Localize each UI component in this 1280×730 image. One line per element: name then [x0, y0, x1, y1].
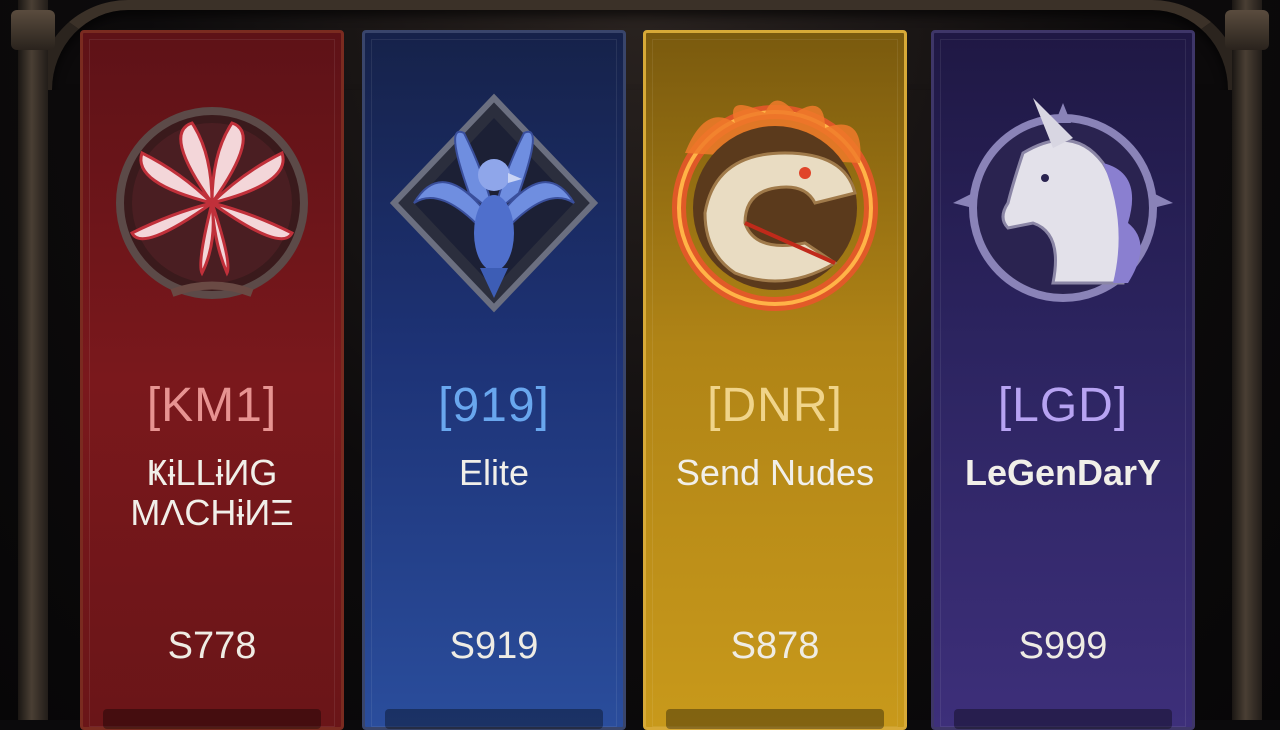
guild-name: ҜɨLLɨИG MΛCHɨИΞ — [130, 452, 294, 533]
server-label: S878 — [730, 625, 820, 667]
guild-name: LeGenDarY — [964, 452, 1162, 493]
left-pillar — [18, 0, 48, 720]
guild-tag: [KM1] — [146, 379, 278, 432]
left-pillar-cap — [11, 10, 55, 50]
right-pillar — [1232, 0, 1262, 720]
card-bottom-bar — [666, 709, 884, 729]
server-label: S999 — [1018, 625, 1108, 667]
card-bottom-bar — [103, 709, 321, 729]
guild-card-lgd[interactable]: [LGD] LeGenDarY S999 — [931, 30, 1195, 730]
spider-lily-emblem-icon — [116, 107, 308, 299]
right-pillar-cap — [1225, 10, 1269, 50]
flaming-dragon-emblem-icon — [672, 100, 878, 311]
guild-card-919[interactable]: [919] Elite S919 — [362, 30, 626, 730]
card-bottom-bar — [385, 709, 603, 729]
guild-card-km1[interactable]: [KM1] ҜɨLLɨИG MΛCHɨИΞ S778 — [80, 30, 344, 730]
server-label: S778 — [167, 625, 257, 667]
card-bottom-bar — [954, 709, 1172, 729]
guild-name: Send Nudes — [675, 452, 875, 493]
unicorn-emblem-icon — [953, 98, 1173, 302]
guild-tag: [919] — [438, 379, 550, 432]
guild-tag: [LGD] — [997, 379, 1129, 432]
game-frame: [KM1] ҜɨLLɨИG MΛCHɨИΞ S778 [919] Elite S… — [0, 0, 1280, 730]
guild-tag: [DNR] — [707, 379, 843, 432]
guild-card-dnr[interactable]: [DNR] Send Nudes S878 — [643, 30, 907, 730]
eagle-emblem-icon — [389, 93, 599, 313]
guild-name: Elite — [458, 452, 530, 493]
server-label: S919 — [449, 625, 539, 667]
